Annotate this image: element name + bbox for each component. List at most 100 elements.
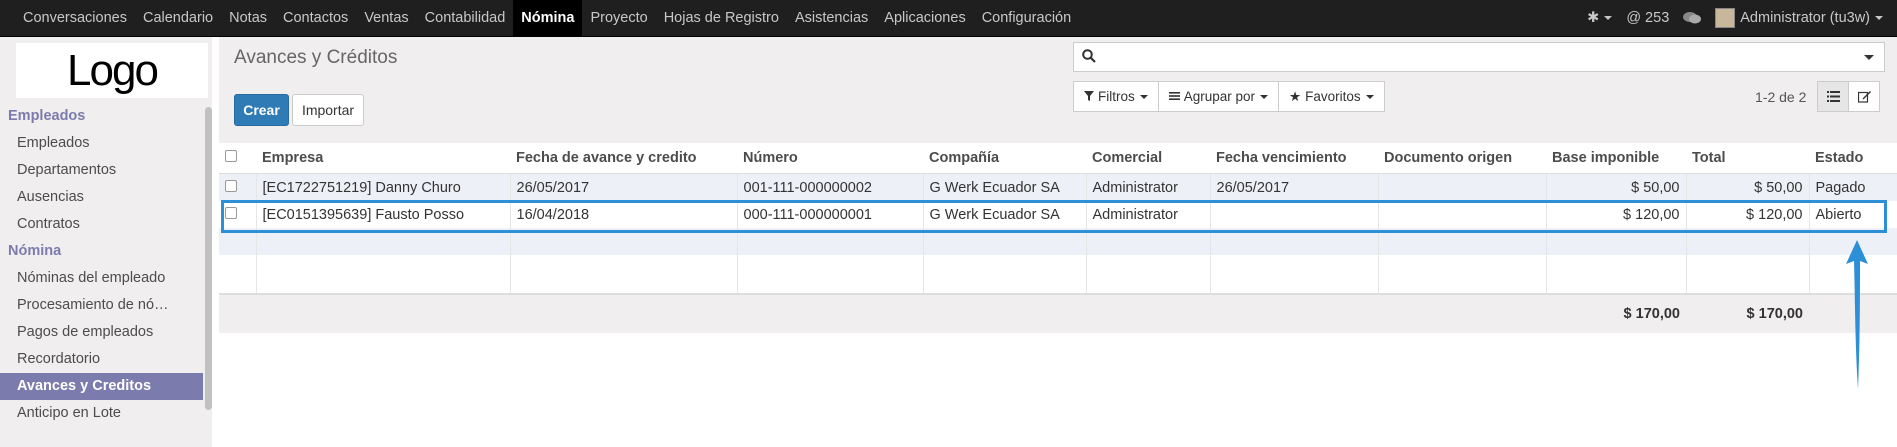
column-estado[interactable]: Estado xyxy=(1809,143,1897,174)
bug-icon: ✱ xyxy=(1587,10,1600,26)
cell-compania: G Werk Ecuador SA xyxy=(922,201,1086,228)
list-view-icon xyxy=(1826,91,1840,102)
cell-fecha-vencimiento: 26/05/2017 xyxy=(1209,173,1378,201)
form-view-button[interactable] xyxy=(1848,81,1880,112)
menu-contabilidad[interactable]: Contabilidad xyxy=(417,0,514,36)
total-base-imponible: $ 170,00 xyxy=(1546,293,1686,333)
edit-icon xyxy=(1857,91,1871,103)
chevron-down-icon xyxy=(1875,16,1883,20)
cell-comercial: Administrator xyxy=(1085,173,1210,201)
cell-comercial: Administrator xyxy=(1085,201,1210,228)
search-icon xyxy=(1082,49,1096,67)
sidebar-scrollbar[interactable] xyxy=(205,107,212,410)
filter-icon xyxy=(1084,89,1094,104)
chevron-down-icon xyxy=(1139,94,1148,99)
messages-counter[interactable]: @ 253 xyxy=(1626,10,1669,26)
table-row[interactable]: [EC0151395639] Fausto Posso 16/04/2018 0… xyxy=(219,201,1897,228)
sidebar-menu: Empleados Empleados Departamentos Ausenc… xyxy=(0,103,203,427)
sidebar-item-contratos[interactable]: Contratos xyxy=(0,211,203,238)
search-options-toggle-icon[interactable] xyxy=(1864,55,1874,60)
column-empresa[interactable]: Empresa xyxy=(256,143,510,174)
cell-base-imponible: $ 50,00 xyxy=(1545,173,1686,201)
topbar-right: ✱ @ 253 Administrator (tu3w) xyxy=(1587,0,1897,36)
menu-configuracion[interactable]: Configuración xyxy=(974,0,1079,36)
cell-fecha-avance: 16/04/2018 xyxy=(509,201,737,228)
menu-hojas-registro[interactable]: Hojas de Registro xyxy=(656,0,787,36)
empty-row xyxy=(219,228,1897,255)
menu-calendario[interactable]: Calendario xyxy=(135,0,221,36)
menu-contactos[interactable]: Contactos xyxy=(275,0,356,36)
column-documento-origen[interactable]: Documento origen xyxy=(1378,143,1546,174)
star-icon: ★ xyxy=(1289,88,1302,104)
cell-estado: Pagado xyxy=(1808,173,1897,201)
search-bar xyxy=(1073,42,1885,72)
favorites-label: Favoritos xyxy=(1305,89,1361,104)
cell-fecha-avance: 26/05/2017 xyxy=(509,173,737,201)
cell-base-imponible: $ 120,00 xyxy=(1545,201,1686,228)
chevron-down-icon xyxy=(1260,94,1269,99)
menu-conversaciones[interactable]: Conversaciones xyxy=(15,0,135,36)
column-base-imponible[interactable]: Base imponible xyxy=(1546,143,1686,174)
column-numero[interactable]: Número xyxy=(737,143,923,174)
sidebar-item-procesamiento[interactable]: Procesamiento de nó… xyxy=(0,292,203,319)
sidebar-item-anticipo-lote[interactable]: Anticipo en Lote xyxy=(0,400,203,427)
list-view-button[interactable] xyxy=(1817,81,1849,112)
chat-icon[interactable] xyxy=(1683,11,1702,25)
column-fecha-vencimiento[interactable]: Fecha vencimiento xyxy=(1210,143,1378,174)
table-header: Empresa Fecha de avance y credito Número… xyxy=(219,143,1897,174)
sidebar-item-avances-creditos[interactable]: Avances y Creditos xyxy=(0,373,203,400)
sidebar-item-nominas-empleado[interactable]: Nóminas del empleado xyxy=(0,265,203,292)
column-total[interactable]: Total xyxy=(1686,143,1809,174)
company-logo: Logo xyxy=(16,43,208,98)
cell-total: $ 120,00 xyxy=(1685,201,1809,228)
sidebar-section-empleados: Empleados xyxy=(8,108,86,124)
sidebar-item-empleados[interactable]: Empleados xyxy=(0,130,203,157)
select-all-checkbox[interactable] xyxy=(219,143,256,174)
sidebar-item-pagos-empleados[interactable]: Pagos de empleados xyxy=(0,319,203,346)
menu-asistencias[interactable]: Asistencias xyxy=(787,0,876,36)
menu-nomina[interactable]: Nómina xyxy=(513,0,583,36)
top-navbar: Conversaciones Calendario Notas Contacto… xyxy=(0,0,1897,37)
menu-ventas[interactable]: Ventas xyxy=(356,0,416,36)
table-footer-totals: $ 170,00 $ 170,00 xyxy=(219,293,1897,333)
pager-value[interactable]: 1-2 de 2 xyxy=(1755,89,1806,105)
total-total: $ 170,00 xyxy=(1686,293,1809,333)
group-by-label: Agrupar por xyxy=(1183,89,1256,104)
menu-proyecto[interactable]: Proyecto xyxy=(582,0,655,36)
cell-documento-origen xyxy=(1377,173,1546,201)
sidebar-item-recordatorio[interactable]: Recordatorio xyxy=(0,346,203,373)
column-comercial[interactable]: Comercial xyxy=(1086,143,1210,174)
cell-empresa: [EC1722751219] Danny Churo xyxy=(255,173,510,201)
search-input[interactable] xyxy=(1102,46,1846,68)
favorites-button[interactable]: ★ Favoritos xyxy=(1278,81,1385,112)
column-compania[interactable]: Compañía xyxy=(923,143,1086,174)
row-checkbox[interactable] xyxy=(219,173,256,201)
list-view: Empresa Fecha de avance y credito Número… xyxy=(219,143,1897,333)
cell-compania: G Werk Ecuador SA xyxy=(922,173,1086,201)
up-arrow-annotation xyxy=(1846,240,1868,389)
column-fecha-avance[interactable]: Fecha de avance y credito xyxy=(510,143,737,174)
menu-notas[interactable]: Notas xyxy=(221,0,275,36)
main-menu: Conversaciones Calendario Notas Contacto… xyxy=(15,0,1079,36)
sidebar-item-ausencias[interactable]: Ausencias xyxy=(0,184,203,211)
cell-empresa: [EC0151395639] Fausto Posso xyxy=(255,201,510,228)
filters-label: Filtros xyxy=(1098,89,1135,104)
table-row[interactable]: [EC1722751219] Danny Churo 26/05/2017 00… xyxy=(219,173,1897,201)
menu-aplicaciones[interactable]: Aplicaciones xyxy=(876,0,973,36)
sidebar: Logo Empleados Empleados Departamentos A… xyxy=(0,37,212,447)
chevron-down-icon xyxy=(1365,94,1374,99)
avatar xyxy=(1715,8,1736,28)
sidebar-section-nomina: Nómina xyxy=(8,243,62,259)
import-button[interactable]: Importar xyxy=(292,94,364,126)
create-button[interactable]: Crear xyxy=(234,94,289,126)
cell-fecha-vencimiento xyxy=(1209,201,1378,228)
filters-button[interactable]: Filtros xyxy=(1073,81,1159,112)
cell-total: $ 50,00 xyxy=(1685,173,1809,201)
group-by-button[interactable]: Agrupar por xyxy=(1157,81,1280,112)
list-icon xyxy=(1168,89,1180,104)
cell-documento-origen xyxy=(1377,201,1546,228)
row-checkbox[interactable] xyxy=(219,201,256,228)
debug-menu[interactable]: ✱ xyxy=(1587,10,1613,26)
sidebar-item-departamentos[interactable]: Departamentos xyxy=(0,157,203,184)
user-menu[interactable]: Administrator (tu3w) xyxy=(1715,8,1883,28)
